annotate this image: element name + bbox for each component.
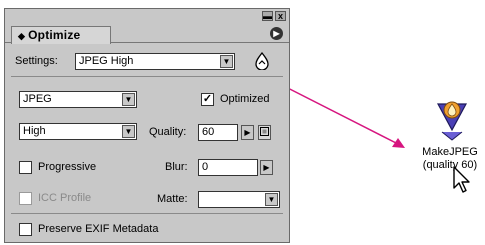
palette-menu-button[interactable]: ▶	[270, 27, 283, 40]
close-button[interactable]: x	[275, 11, 286, 21]
optimize-palette: ▬ x ◆ Optimize ▶ Settings: JPEG High ▼ JP…	[4, 8, 290, 243]
optimized-label: Optimized	[220, 93, 270, 105]
separator	[11, 213, 283, 214]
format-select[interactable]: JPEG ▼	[19, 91, 137, 108]
droplet-subtitle: (quality 60)	[422, 159, 478, 171]
format-value: JPEG	[23, 93, 52, 105]
progressive-checkbox[interactable]	[19, 161, 32, 174]
matte-label: Matte:	[157, 193, 188, 205]
quality-slider-arrow[interactable]: ▶	[241, 125, 254, 140]
blur-slider-arrow[interactable]: ▶	[260, 160, 273, 175]
chevron-down-icon: ▼	[122, 93, 135, 106]
quality-value: 60	[202, 126, 215, 138]
chevron-down-icon: ▼	[122, 125, 135, 138]
quality-field[interactable]: 60	[198, 124, 238, 141]
preserve-exif-label: Preserve EXIF Metadata	[38, 223, 159, 235]
progressive-label: Progressive	[38, 161, 97, 173]
desktop-droplet-label: MakeJPEG (quality 60)	[410, 146, 485, 172]
icc-profile-label: ICC Profile	[38, 192, 92, 204]
chevron-down-icon: ▼	[220, 55, 233, 68]
settings-select[interactable]: JPEG High ▼	[75, 53, 235, 70]
palette-titlebar[interactable]: ▬ x	[5, 9, 289, 23]
separator	[11, 76, 283, 77]
tab-diamond-icon: ◆	[18, 31, 26, 41]
preserve-exif-checkbox[interactable]	[19, 223, 32, 236]
quality-preset-select[interactable]: High ▼	[19, 123, 137, 140]
blur-label: Blur:	[165, 161, 188, 173]
icc-profile-checkbox[interactable]	[19, 192, 32, 205]
settings-label: Settings:	[15, 55, 58, 67]
droplet-icon[interactable]	[253, 52, 271, 70]
settings-value: JPEG High	[79, 55, 134, 67]
optimized-checkbox[interactable]: ✓	[201, 93, 214, 106]
matte-select[interactable]: ▼	[198, 191, 280, 208]
tab-optimize[interactable]: ◆ Optimize	[11, 26, 111, 44]
droplet-name: MakeJPEG	[422, 146, 478, 158]
chevron-down-icon: ▼	[265, 193, 278, 206]
selective-quality-icon[interactable]	[258, 125, 271, 140]
desktop-droplet-icon[interactable]	[434, 98, 470, 142]
blur-value: 0	[202, 161, 209, 173]
quality-preset-value: High	[23, 125, 46, 137]
arrow-cursor-icon	[453, 166, 470, 193]
quality-label: Quality:	[149, 126, 187, 138]
tab-optimize-label: Optimize	[28, 28, 81, 42]
minimize-button[interactable]: ▬	[262, 11, 273, 21]
blur-field[interactable]: 0	[198, 159, 258, 176]
tab-row: ◆ Optimize ▶	[5, 23, 289, 44]
